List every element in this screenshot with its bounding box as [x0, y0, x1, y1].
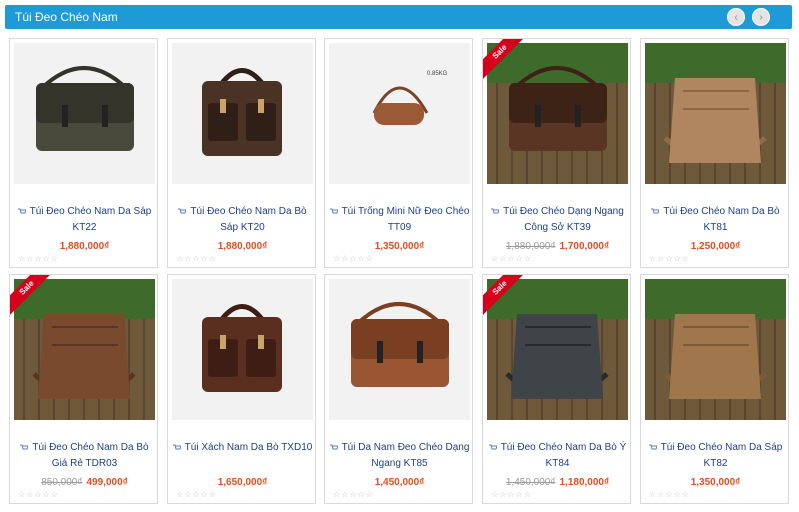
product-card[interactable]: Túi Đeo Chéo Nam Da Bò KT81 1,250,000₫ ☆☆☆…: [640, 38, 789, 268]
product-prices: 1,880,000₫: [10, 241, 157, 252]
product-image[interactable]: [487, 279, 628, 420]
product-image[interactable]: [487, 43, 628, 184]
product-card[interactable]: Sale Túi Đeo Chéo Nam Da Bò Ý KT84 1,450,0…: [482, 274, 631, 504]
carousel-next-button[interactable]: ›: [752, 8, 770, 26]
product-image[interactable]: [172, 279, 313, 420]
product-name-link[interactable]: Túi Đeo Chéo Dạng Ngang Công Sở KT39: [487, 204, 628, 236]
cart-icon: [329, 444, 338, 450]
product-name-link[interactable]: Túi Trống Mini Nữ Đeo Chéo TT09: [329, 204, 470, 236]
current-price: 1,700,000₫: [559, 241, 610, 252]
product-name-link[interactable]: Túi Da Nam Đeo Chéo Dạng Ngang KT85: [329, 440, 470, 472]
product-prices: 1,350,000₫: [641, 477, 788, 488]
product-card[interactable]: Túi Da Nam Đeo Chéo Dạng Ngang KT85 1,450…: [324, 274, 473, 504]
current-price: 1,180,000₫: [559, 477, 610, 488]
cart-icon: [651, 208, 660, 214]
current-price: 1,880,000₫: [217, 241, 268, 252]
product-image[interactable]: 0.85KG: [329, 43, 470, 184]
cart-icon: [648, 444, 657, 450]
product-name-link[interactable]: Túi Đeo Chéo Nam Da Bò Giá Rẻ TDR03: [14, 440, 155, 472]
product-name: Túi Đeo Chéo Nam Da Sáp KT22: [29, 206, 152, 233]
chevron-right-icon: ›: [759, 11, 763, 23]
rating-stars-icon: ☆☆☆☆☆: [491, 254, 532, 263]
rating-stars-icon: ☆☆☆☆☆: [18, 490, 59, 499]
product-name: Túi Đeo Chéo Nam Da Bò Ý KT84: [500, 442, 627, 469]
product-card[interactable]: Túi Xách Nam Da Bò TXD10 1,650,000₫ ☆☆☆☆☆: [167, 274, 316, 504]
current-price: 499,000₫: [86, 477, 128, 488]
product-name: Túi Đeo Chéo Nam Da Bò KT81: [663, 206, 780, 233]
product-prices: 1,450,000₫: [325, 477, 472, 488]
svg-text:0.85KG: 0.85KG: [427, 71, 448, 77]
product-name-link[interactable]: Túi Đeo Chéo Nam Da Bò Ý KT84: [487, 440, 628, 472]
product-name: Túi Da Nam Đeo Chéo Dạng Ngang KT85: [341, 442, 470, 469]
section-header: Túi Đeo Chéo Nam ‹ ›: [5, 5, 792, 29]
product-name: Túi Trống Mini Nữ Đeo Chéo TT09: [341, 206, 470, 233]
rating-stars-icon: ☆☆☆☆☆: [333, 254, 374, 263]
rating-stars-icon: ☆☆☆☆☆: [18, 254, 59, 263]
cart-icon: [20, 444, 29, 450]
old-price: 1,880,000₫: [505, 241, 556, 252]
rating-stars-icon: ☆☆☆☆☆: [491, 490, 532, 499]
cart-icon: [488, 444, 497, 450]
current-price: 1,650,000₫: [217, 477, 268, 488]
product-image[interactable]: [172, 43, 313, 184]
product-name-link[interactable]: Túi Đeo Chéo Nam Da Bò Sáp KT20: [172, 204, 313, 236]
current-price: 1,450,000₫: [374, 477, 425, 488]
current-price: 1,350,000₫: [690, 477, 741, 488]
product-image[interactable]: [329, 279, 470, 420]
product-card[interactable]: Túi Đeo Chéo Nam Da Bò Sáp KT20 1,880,000…: [167, 38, 316, 268]
product-name: Túi Đeo Chéo Nam Da Bò Giá Rẻ TDR03: [32, 442, 149, 469]
product-name: Túi Xách Nam Da Bò TXD10: [184, 442, 313, 453]
rating-stars-icon: ☆☆☆☆☆: [649, 490, 690, 499]
product-image[interactable]: [14, 43, 155, 184]
cart-icon: [178, 208, 187, 214]
product-name: Túi Đeo Chéo Dạng Ngang Công Sở KT39: [503, 206, 624, 233]
rating-stars-icon: ☆☆☆☆☆: [176, 490, 217, 499]
product-prices: 850,000₫ 499,000₫: [10, 477, 157, 488]
product-name: Túi Đeo Chéo Nam Da Sáp KT82: [660, 442, 783, 469]
product-prices: 1,450,000₫ 1,180,000₫: [483, 477, 630, 488]
carousel-prev-button[interactable]: ‹: [727, 8, 745, 26]
chevron-left-icon: ‹: [734, 11, 738, 23]
product-image[interactable]: [645, 279, 786, 420]
product-prices: 1,880,000₫: [168, 241, 315, 252]
product-card[interactable]: Sale Túi Đeo Chéo Dạng Ngang Công Sở KT39…: [482, 38, 631, 268]
product-prices: 1,250,000₫: [641, 241, 788, 252]
product-card[interactable]: Túi Đeo Chéo Nam Da Sáp KT22 1,880,000₫ ☆☆…: [9, 38, 158, 268]
product-image[interactable]: [14, 279, 155, 420]
product-card[interactable]: Sale Túi Đeo Chéo Nam Da Bò Giá Rẻ TDR03 8…: [9, 274, 158, 504]
product-name-link[interactable]: Túi Đeo Chéo Nam Da Bò KT81: [645, 204, 786, 236]
cart-icon: [491, 208, 500, 214]
current-price: 1,350,000₫: [374, 241, 425, 252]
cart-icon: [329, 208, 338, 214]
rating-stars-icon: ☆☆☆☆☆: [649, 254, 690, 263]
product-name-link[interactable]: Túi Đeo Chéo Nam Da Sáp KT22: [14, 204, 155, 236]
product-prices: 1,880,000₫ 1,700,000₫: [483, 241, 630, 252]
cart-icon: [172, 444, 181, 450]
product-prices: 1,350,000₫: [325, 241, 472, 252]
current-price: 1,250,000₫: [690, 241, 741, 252]
current-price: 1,880,000₫: [59, 241, 110, 252]
product-name: Túi Đeo Chéo Nam Da Bò Sáp KT20: [190, 206, 307, 233]
product-name-link[interactable]: Túi Xách Nam Da Bò TXD10: [172, 440, 313, 456]
section-title: Túi Đeo Chéo Nam: [15, 10, 118, 24]
rating-stars-icon: ☆☆☆☆☆: [176, 254, 217, 263]
product-grid: Túi Đeo Chéo Nam Da Sáp KT22 1,880,000₫ ☆☆…: [9, 38, 791, 510]
product-card[interactable]: 0.85KG Túi Trống Mini Nữ Đeo Chéo TT09 1,3…: [324, 38, 473, 268]
cart-icon: [17, 208, 26, 214]
product-prices: 1,650,000₫: [168, 477, 315, 488]
rating-stars-icon: ☆☆☆☆☆: [333, 490, 374, 499]
old-price: 1,450,000₫: [505, 477, 556, 488]
product-image[interactable]: [645, 43, 786, 184]
product-name-link[interactable]: Túi Đeo Chéo Nam Da Sáp KT82: [645, 440, 786, 472]
old-price: 850,000₫: [41, 477, 83, 488]
product-card[interactable]: Túi Đeo Chéo Nam Da Sáp KT82 1,350,000₫ ☆☆…: [640, 274, 789, 504]
